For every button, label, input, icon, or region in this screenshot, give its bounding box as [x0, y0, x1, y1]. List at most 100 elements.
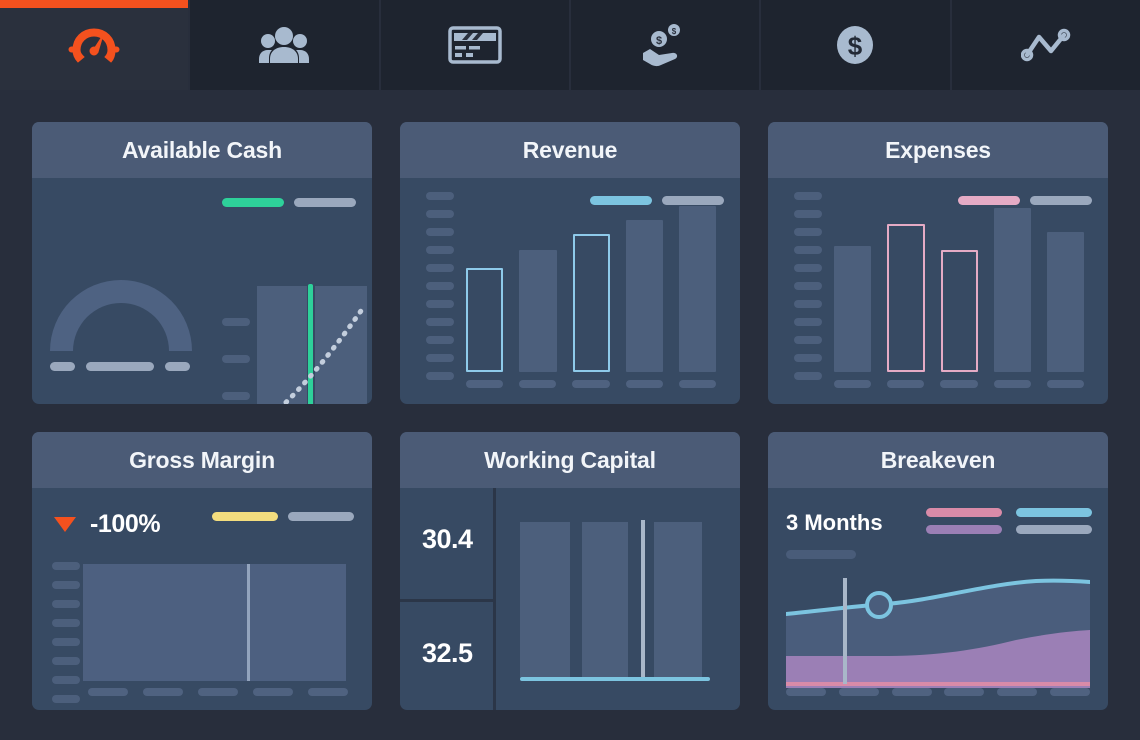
- legend-pill-secondary: [288, 512, 354, 521]
- gauge-label-value: [86, 362, 154, 371]
- credit-card-icon: [448, 25, 502, 65]
- page-title: Expenses: [885, 136, 991, 163]
- top-navigation: $ $ $: [0, 0, 1140, 90]
- area-chart: [83, 564, 346, 681]
- card-available-cash[interactable]: Available Cash: [32, 122, 372, 404]
- card-body: [768, 178, 1108, 404]
- tab-dashboard[interactable]: [0, 0, 191, 90]
- people-icon: [258, 25, 310, 65]
- bar-highlighted: [466, 268, 504, 372]
- stat-value: 30.4: [422, 524, 473, 554]
- card-body: 30.4 32.5: [400, 488, 740, 710]
- card-working-capital[interactable]: Working Capital 30.4 32.5: [400, 432, 740, 710]
- legend-pill-cash: [1016, 508, 1092, 517]
- x-label: [88, 688, 128, 696]
- bar-highlighted: [887, 224, 925, 372]
- stat-cell[interactable]: 30.4: [400, 488, 493, 599]
- x-label: [997, 688, 1038, 696]
- subtitle-placeholder: [786, 550, 856, 559]
- tab-revenue[interactable]: $: [761, 0, 952, 90]
- tab-reports[interactable]: [951, 0, 1140, 90]
- x-axis-labels: [786, 688, 1090, 696]
- metric-row: -100%: [54, 510, 161, 539]
- page-title: Revenue: [522, 136, 618, 163]
- x-label: [944, 688, 985, 696]
- svg-text:$: $: [656, 35, 662, 47]
- gauge-labels: [50, 362, 190, 371]
- x-label: [519, 380, 557, 388]
- x-label: [993, 380, 1031, 388]
- x-label: [838, 688, 879, 696]
- bar: [625, 220, 663, 372]
- bar-chart: [834, 204, 1085, 372]
- dashboard-grid: Available Cash Revenue Expenses Gross Ma…: [0, 90, 1140, 710]
- y-tick: [222, 355, 250, 363]
- svg-text:$: $: [848, 31, 863, 61]
- y-axis-ticks: [52, 562, 80, 710]
- bar-highlighted: [940, 250, 978, 372]
- y-tick: [426, 372, 454, 380]
- y-tick: [426, 246, 454, 254]
- y-tick: [794, 210, 822, 218]
- card-header: Expenses: [768, 122, 1108, 178]
- y-axis-ticks: [794, 192, 822, 380]
- legend: [926, 508, 1092, 534]
- card-header: Breakeven: [768, 432, 1108, 488]
- vertical-marker: [641, 520, 645, 680]
- bar: [520, 522, 570, 677]
- y-tick: [52, 562, 80, 570]
- gauge-label-min: [50, 362, 75, 371]
- legend-pill-revenue: [926, 508, 1002, 517]
- bar: [654, 522, 702, 677]
- y-tick: [222, 318, 250, 326]
- legend-pill-primary: [222, 198, 284, 207]
- y-tick: [52, 600, 80, 608]
- y-tick: [52, 638, 80, 646]
- y-tick: [794, 228, 822, 236]
- y-tick: [794, 246, 822, 254]
- tab-funding[interactable]: $ $: [570, 0, 762, 90]
- x-label: [198, 688, 238, 696]
- legend-pill-expense: [926, 525, 1002, 534]
- x-axis-labels: [834, 380, 1085, 388]
- y-tick: [794, 300, 822, 308]
- svg-text:$: $: [672, 27, 677, 36]
- line-chart-icon: [1020, 27, 1071, 63]
- x-label: [887, 380, 925, 388]
- x-label: [834, 380, 872, 388]
- dollar-coin-icon: $: [834, 24, 876, 66]
- y-tick: [52, 581, 80, 589]
- card-gross-margin[interactable]: Gross Margin -100%: [32, 432, 372, 710]
- card-expenses[interactable]: Expenses: [768, 122, 1108, 404]
- card-header: Revenue: [400, 122, 740, 178]
- x-label: [940, 380, 978, 388]
- page-title: Breakeven: [880, 446, 996, 473]
- x-label: [1049, 688, 1090, 696]
- x-axis-labels: [88, 688, 348, 696]
- x-label: [786, 688, 826, 696]
- y-tick: [794, 354, 822, 362]
- tab-expenses[interactable]: [380, 0, 571, 90]
- y-tick: [426, 210, 454, 218]
- stat-cell[interactable]: 32.5: [400, 599, 493, 710]
- hand-coins-icon: $ $: [639, 22, 691, 68]
- card-revenue[interactable]: Revenue: [400, 122, 740, 404]
- legend-pill-secondary: [294, 198, 356, 207]
- y-tick: [794, 318, 822, 326]
- x-label: [891, 688, 932, 696]
- card-body: -100%: [32, 488, 372, 710]
- card-header: Working Capital: [400, 432, 740, 488]
- page-title: Available Cash: [122, 136, 282, 163]
- legend-pill-primary: [212, 512, 278, 521]
- card-header: Gross Margin: [32, 432, 372, 488]
- y-tick: [52, 676, 80, 684]
- legend: [222, 198, 356, 207]
- card-breakeven[interactable]: Breakeven 3 Months: [768, 432, 1108, 710]
- status-badge: 3 Months: [786, 510, 883, 535]
- tab-team[interactable]: [190, 0, 381, 90]
- baseline-marker: [520, 677, 710, 681]
- gauge-icon: [67, 23, 121, 67]
- gauge-arc: [50, 280, 192, 351]
- y-tick: [426, 300, 454, 308]
- bar-chart: [520, 520, 710, 687]
